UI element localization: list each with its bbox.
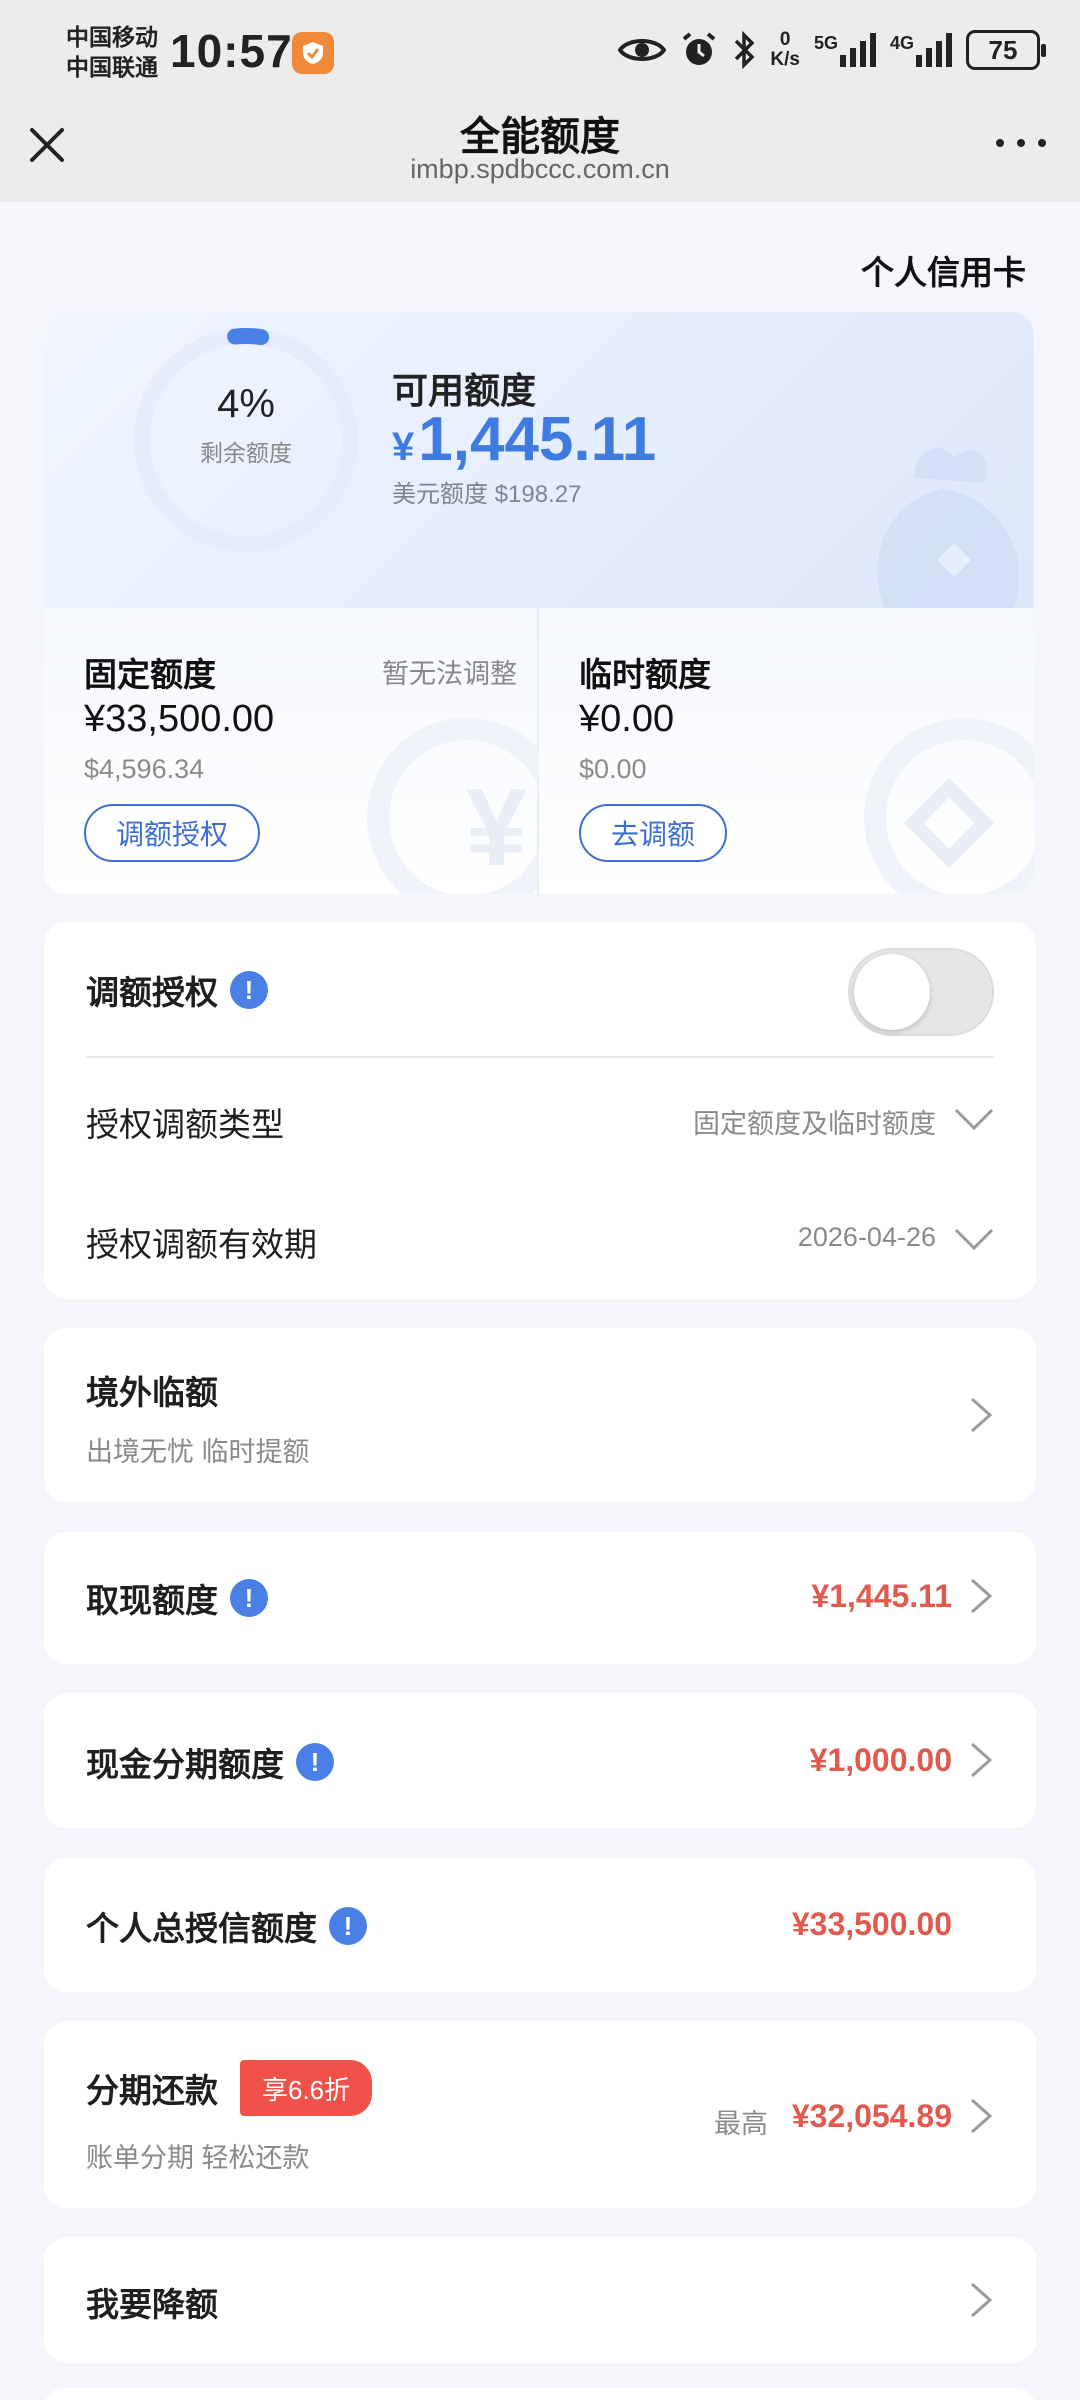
quota-card: 4% 剩余额度 可用额度 ¥1,445.11 美元额度 $198.27 ¥ 固定… [44, 312, 1034, 894]
discount-badge: 享6.6折 [240, 2060, 373, 2116]
signal-bars-icon [916, 33, 952, 67]
diamond-decoration-icon [903, 777, 995, 869]
yen-decoration-icon: ¥ [465, 766, 527, 889]
signal-5g-label: 5G [813, 33, 838, 53]
battery-level: 75 [988, 34, 1018, 65]
status-icons: 0 K/s 5G 4G 75 [618, 26, 1046, 74]
remaining-percent: 4% [217, 382, 275, 426]
shield-check-icon [292, 32, 334, 74]
remaining-label: 剩余额度 [200, 440, 292, 466]
adjust-auth-panel: 调额授权 ! 授权调额类型 固定额度及临时额度 授权调额有效期 2026-04-… [44, 922, 1036, 1298]
adjust-auth-title-row: 调额授权 ! [86, 966, 268, 1014]
nav-bar: 全能额度 imbp.spdbccc.com.cn [0, 100, 1080, 202]
cash-installment-item[interactable]: 现金分期额度 ! ¥1,000.00 [44, 1694, 1036, 1828]
toggle-knob [854, 954, 930, 1030]
divider [86, 1056, 994, 1058]
carrier-labels: 中国移动 中国联通 [66, 22, 158, 82]
total-credit-value: ¥33,500.00 [791, 1906, 952, 1942]
chevron-right-icon [971, 1742, 993, 1778]
total-credit-title-row: 个人总授信额度 ! [86, 1902, 367, 1950]
info-icon[interactable]: ! [230, 971, 268, 1009]
wealth-decoration-icon [877, 447, 1020, 608]
installment-subtitle: 账单分期 轻松还款 [86, 2143, 310, 2173]
bluetooth-icon [735, 31, 755, 69]
chevron-right-icon [971, 1578, 993, 1614]
status-time: 10:57 [170, 25, 293, 77]
auth-type-value[interactable]: 固定额度及临时额度 [693, 1102, 936, 1141]
cash-title-row: 取现额度 ! [86, 1574, 268, 1622]
cash-installment-value: ¥1,000.00 [809, 1742, 952, 1778]
temp-quota-panel: 临时额度 ¥0.00 $0.00 去调额 [539, 608, 1034, 894]
auth-period-value[interactable]: 2026-04-26 [798, 1222, 936, 1253]
temp-quota-value: ¥0.00 [579, 698, 675, 740]
chevron-right-icon [971, 2098, 993, 2134]
installment-title-row: 分期还款 享6.6折 [86, 2060, 373, 2116]
fixed-quota-usd: $4,596.34 [84, 754, 205, 784]
installment-max-label: 最高 [714, 2109, 768, 2139]
net-speed-unit: K/s [770, 49, 800, 70]
signal-4g: 4G [890, 33, 952, 67]
more-icon[interactable] [996, 128, 1046, 158]
available-usd: 美元额度 $198.27 [392, 481, 582, 508]
reduce-quota-item[interactable]: 我要降额 [44, 2238, 1036, 2362]
fixed-quota-value: ¥33,500.00 [84, 698, 275, 740]
card-type-label[interactable]: 个人信用卡 [861, 246, 1026, 294]
next-item-partial [44, 2388, 1036, 2400]
go-adjust-button[interactable]: 去调额 [579, 804, 728, 862]
adjust-auth-title: 调额授权 [86, 974, 218, 1011]
adjust-auth-button[interactable]: 调额授权 [84, 804, 261, 862]
info-icon[interactable]: ! [296, 1743, 334, 1781]
chevron-down-icon[interactable] [952, 1226, 996, 1254]
fixed-quota-panel: ¥ 固定额度 暂无法调整 ¥33,500.00 $4,596.34 调额授权 [44, 608, 567, 894]
battery-icon: 75 [966, 30, 1046, 70]
total-credit-title: 个人总授信额度 [86, 1910, 317, 1947]
carrier-1: 中国移动 [66, 24, 158, 50]
eye-icon [618, 39, 667, 61]
net-speed-value: 0 [779, 29, 791, 50]
alarm-icon [683, 32, 716, 65]
overseas-title: 境外临额 [86, 1374, 218, 1411]
installment-item[interactable]: 分期还款 享6.6折 账单分期 轻松还款 最高 ¥32,054.89 [44, 2022, 1036, 2208]
installment-title: 分期还款 [86, 2072, 218, 2109]
cash-value: ¥1,445.11 [811, 1578, 952, 1614]
overseas-subtitle: 出境无忧 临时提额 [86, 1437, 310, 1467]
cash-quota-item[interactable]: 取现额度 ! ¥1,445.11 [44, 1532, 1036, 1664]
total-credit-item: 个人总授信额度 ! ¥33,500.00 [44, 1858, 1036, 1992]
chevron-right-icon [971, 1397, 993, 1433]
signal-bars-icon [839, 33, 876, 67]
auth-period-label: 授权调额有效期 [86, 1226, 317, 1263]
temp-quota-usd: $0.00 [579, 754, 647, 784]
adjust-auth-toggle[interactable] [848, 948, 994, 1036]
net-speed: 0 K/s [770, 30, 800, 70]
reduce-title: 我要降额 [86, 2286, 218, 2323]
available-value: 1,445.11 [418, 405, 657, 474]
page-url: imbp.spdbccc.com.cn [410, 154, 670, 184]
cash-title: 取现额度 [86, 1582, 218, 1619]
chevron-down-icon[interactable] [952, 1106, 996, 1134]
chevron-right-icon [971, 2282, 993, 2318]
info-icon[interactable]: ! [230, 1579, 268, 1617]
available-quota-panel: 4% 剩余额度 可用额度 ¥1,445.11 美元额度 $198.27 [44, 312, 1034, 608]
status-bar: 中国移动 中国联通 10:57 0 K/s 5G 4G 75 [0, 0, 1080, 100]
overseas-quota-item[interactable]: 境外临额 出境无忧 临时提额 [44, 1328, 1036, 1502]
temp-quota-title: 临时额度 [579, 656, 711, 693]
cash-installment-title: 现金分期额度 [86, 1746, 284, 1783]
auth-type-label: 授权调额类型 [86, 1106, 284, 1143]
carrier-2: 中国联通 [66, 54, 158, 80]
signal-4g-label: 4G [889, 33, 914, 53]
cash-installment-title-row: 现金分期额度 ! [86, 1738, 334, 1786]
signal-5g: 5G [814, 33, 876, 67]
currency-symbol: ¥ [392, 425, 415, 469]
info-icon[interactable]: ! [329, 1907, 367, 1945]
available-amount: ¥1,445.11 [392, 404, 656, 475]
fixed-quota-title: 固定额度 [84, 656, 216, 693]
installment-value: ¥32,054.89 [791, 2098, 952, 2134]
fixed-quota-note: 暂无法调整 [382, 659, 517, 689]
